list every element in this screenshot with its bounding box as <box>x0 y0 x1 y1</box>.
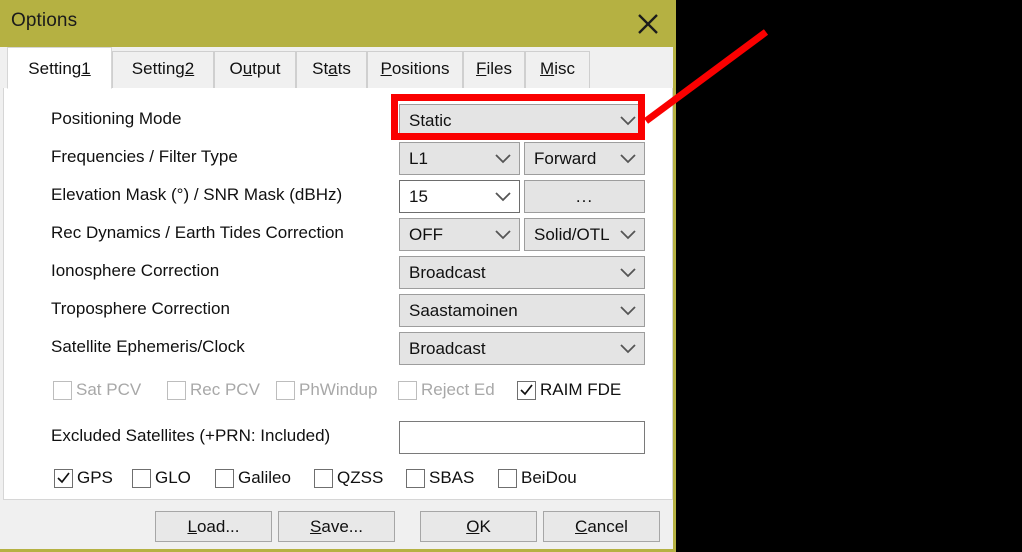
load-button[interactable]: Load... <box>155 511 272 542</box>
row-frequencies-filter: Frequencies / Filter Type L1 Forward <box>4 139 673 177</box>
positioning-mode-combo[interactable]: Static <box>399 104 645 137</box>
checkbox-label: RAIM FDE <box>540 380 622 399</box>
satellite-ephemeris-label: Satellite Ephemeris/Clock <box>51 337 245 356</box>
filter-type-value: Forward <box>534 149 597 168</box>
satellite-ephemeris-value: Broadcast <box>409 339 486 358</box>
row-satellite-ephemeris: Satellite Ephemeris/Clock Broadcast <box>4 329 673 367</box>
chevron-down-icon <box>620 306 636 316</box>
save-button[interactable]: Save... <box>278 511 395 542</box>
elevation-snr-label: Elevation Mask (°) / SNR Mask (dBHz) <box>51 185 343 204</box>
chevron-down-icon <box>620 116 636 126</box>
ok-button-label: OK <box>466 517 491 536</box>
tab-positions[interactable]: Positions <box>367 51 463 88</box>
elevation-mask-combo[interactable]: 15 <box>399 180 520 213</box>
snr-mask-button-label: ... <box>575 187 594 206</box>
positioning-mode-value: Static <box>409 111 452 130</box>
ionosphere-value: Broadcast <box>409 263 486 282</box>
tab-strip: Setting1 Setting2 Output Stats Positions… <box>3 47 673 89</box>
satellite-ephemeris-combo[interactable]: Broadcast <box>399 332 645 365</box>
rec-dynamics-tides-label: Rec Dynamics / Earth Tides Correction <box>51 223 344 242</box>
checkbox-label: BeiDou <box>521 468 577 487</box>
cancel-button-label: Cancel <box>575 517 628 536</box>
checkbox-box <box>398 381 417 400</box>
frequencies-value: L1 <box>409 149 428 168</box>
checkbox-box <box>132 469 151 488</box>
setting1-panel: Positioning Mode Static Frequencies / Fi… <box>3 88 673 500</box>
chevron-down-icon <box>620 230 636 240</box>
rec-dynamics-value: OFF <box>409 225 443 244</box>
excluded-satellites-field[interactable] <box>399 421 645 454</box>
rec-dynamics-combo[interactable]: OFF <box>399 218 520 251</box>
tab-label: Stats <box>312 59 351 78</box>
checkbox-label: Rec PCV <box>190 380 260 399</box>
checkbox-box <box>167 381 186 400</box>
checkbox-box <box>314 469 333 488</box>
checkbox-label: SBAS <box>429 468 475 487</box>
checkbox-box <box>54 469 73 488</box>
tab-files[interactable]: Files <box>463 51 525 88</box>
row-elevation-snr: Elevation Mask (°) / SNR Mask (dBHz) 15 … <box>4 177 673 215</box>
earth-tides-value: Solid/OTL <box>534 225 610 244</box>
tab-label: Misc <box>540 59 575 78</box>
tab-label: Positions <box>380 59 450 78</box>
excluded-satellites-input[interactable] <box>400 422 644 453</box>
cancel-button[interactable]: Cancel <box>543 511 660 542</box>
checkbox-box <box>215 469 234 488</box>
chevron-down-icon <box>495 154 511 164</box>
troposphere-value: Saastamoinen <box>409 301 518 320</box>
row-ionosphere: Ionosphere Correction Broadcast <box>4 253 673 291</box>
frequencies-combo[interactable]: L1 <box>399 142 520 175</box>
tab-label: Setting2 <box>131 59 195 78</box>
title-bar: Options <box>0 0 673 47</box>
tab-setting1[interactable]: Setting1 <box>7 47 112 89</box>
tab-setting2[interactable]: Setting2 <box>112 51 214 88</box>
checkbox-label: Sat PCV <box>76 380 142 399</box>
ionosphere-combo[interactable]: Broadcast <box>399 256 645 289</box>
checkbox-box <box>276 381 295 400</box>
checkbox-box <box>517 381 536 400</box>
ionosphere-label: Ionosphere Correction <box>51 261 220 280</box>
row-rec-dynamics-tides: Rec Dynamics / Earth Tides Correction OF… <box>4 215 673 253</box>
earth-tides-combo[interactable]: Solid/OTL <box>524 218 645 251</box>
troposphere-label: Troposphere Correction <box>51 299 230 318</box>
checkbox-label: GLO <box>155 468 191 487</box>
chevron-down-icon <box>620 268 636 278</box>
ok-button[interactable]: OK <box>420 511 537 542</box>
checkbox-box <box>53 381 72 400</box>
checkbox-label: GPS <box>77 468 113 487</box>
checkbox-label: PhWindup <box>299 380 378 399</box>
elevation-mask-value: 15 <box>409 187 428 206</box>
snr-mask-button[interactable]: ... <box>524 180 645 213</box>
row-excluded-satellites: Excluded Satellites (+PRN: Included) <box>4 418 673 456</box>
checkbox-box <box>406 469 425 488</box>
excluded-satellites-label: Excluded Satellites (+PRN: Included) <box>51 426 331 445</box>
frequencies-filter-label: Frequencies / Filter Type <box>51 147 238 166</box>
chevron-down-icon <box>495 192 511 202</box>
chevron-down-icon <box>620 344 636 354</box>
tab-label: Setting1 <box>28 59 91 78</box>
chevron-down-icon <box>620 154 636 164</box>
row-troposphere: Troposphere Correction Saastamoinen <box>4 291 673 329</box>
options-dialog: Options Setting1 Setting2 Output Stats P… <box>0 0 676 552</box>
troposphere-combo[interactable]: Saastamoinen <box>399 294 645 327</box>
tab-stats[interactable]: Stats <box>296 51 367 88</box>
save-button-label: Save... <box>310 517 363 536</box>
tab-label: Files <box>476 59 512 78</box>
checkbox-label: Galileo <box>238 468 291 487</box>
tab-misc[interactable]: Misc <box>525 51 590 88</box>
window-title: Options <box>11 10 78 31</box>
chevron-down-icon <box>495 230 511 240</box>
dialog-footer: Load... Save... OK Cancel <box>3 500 673 549</box>
checkbox-box <box>498 469 517 488</box>
filter-type-combo[interactable]: Forward <box>524 142 645 175</box>
tab-output[interactable]: Output <box>214 51 296 88</box>
close-icon[interactable] <box>630 6 666 40</box>
checkbox-label: QZSS <box>337 468 384 487</box>
tab-label: Output <box>229 59 281 78</box>
load-button-label: Load... <box>187 517 240 536</box>
checkbox-label: Reject Ed <box>421 380 495 399</box>
positioning-mode-label: Positioning Mode <box>51 109 182 128</box>
row-positioning-mode: Positioning Mode Static <box>4 101 673 139</box>
